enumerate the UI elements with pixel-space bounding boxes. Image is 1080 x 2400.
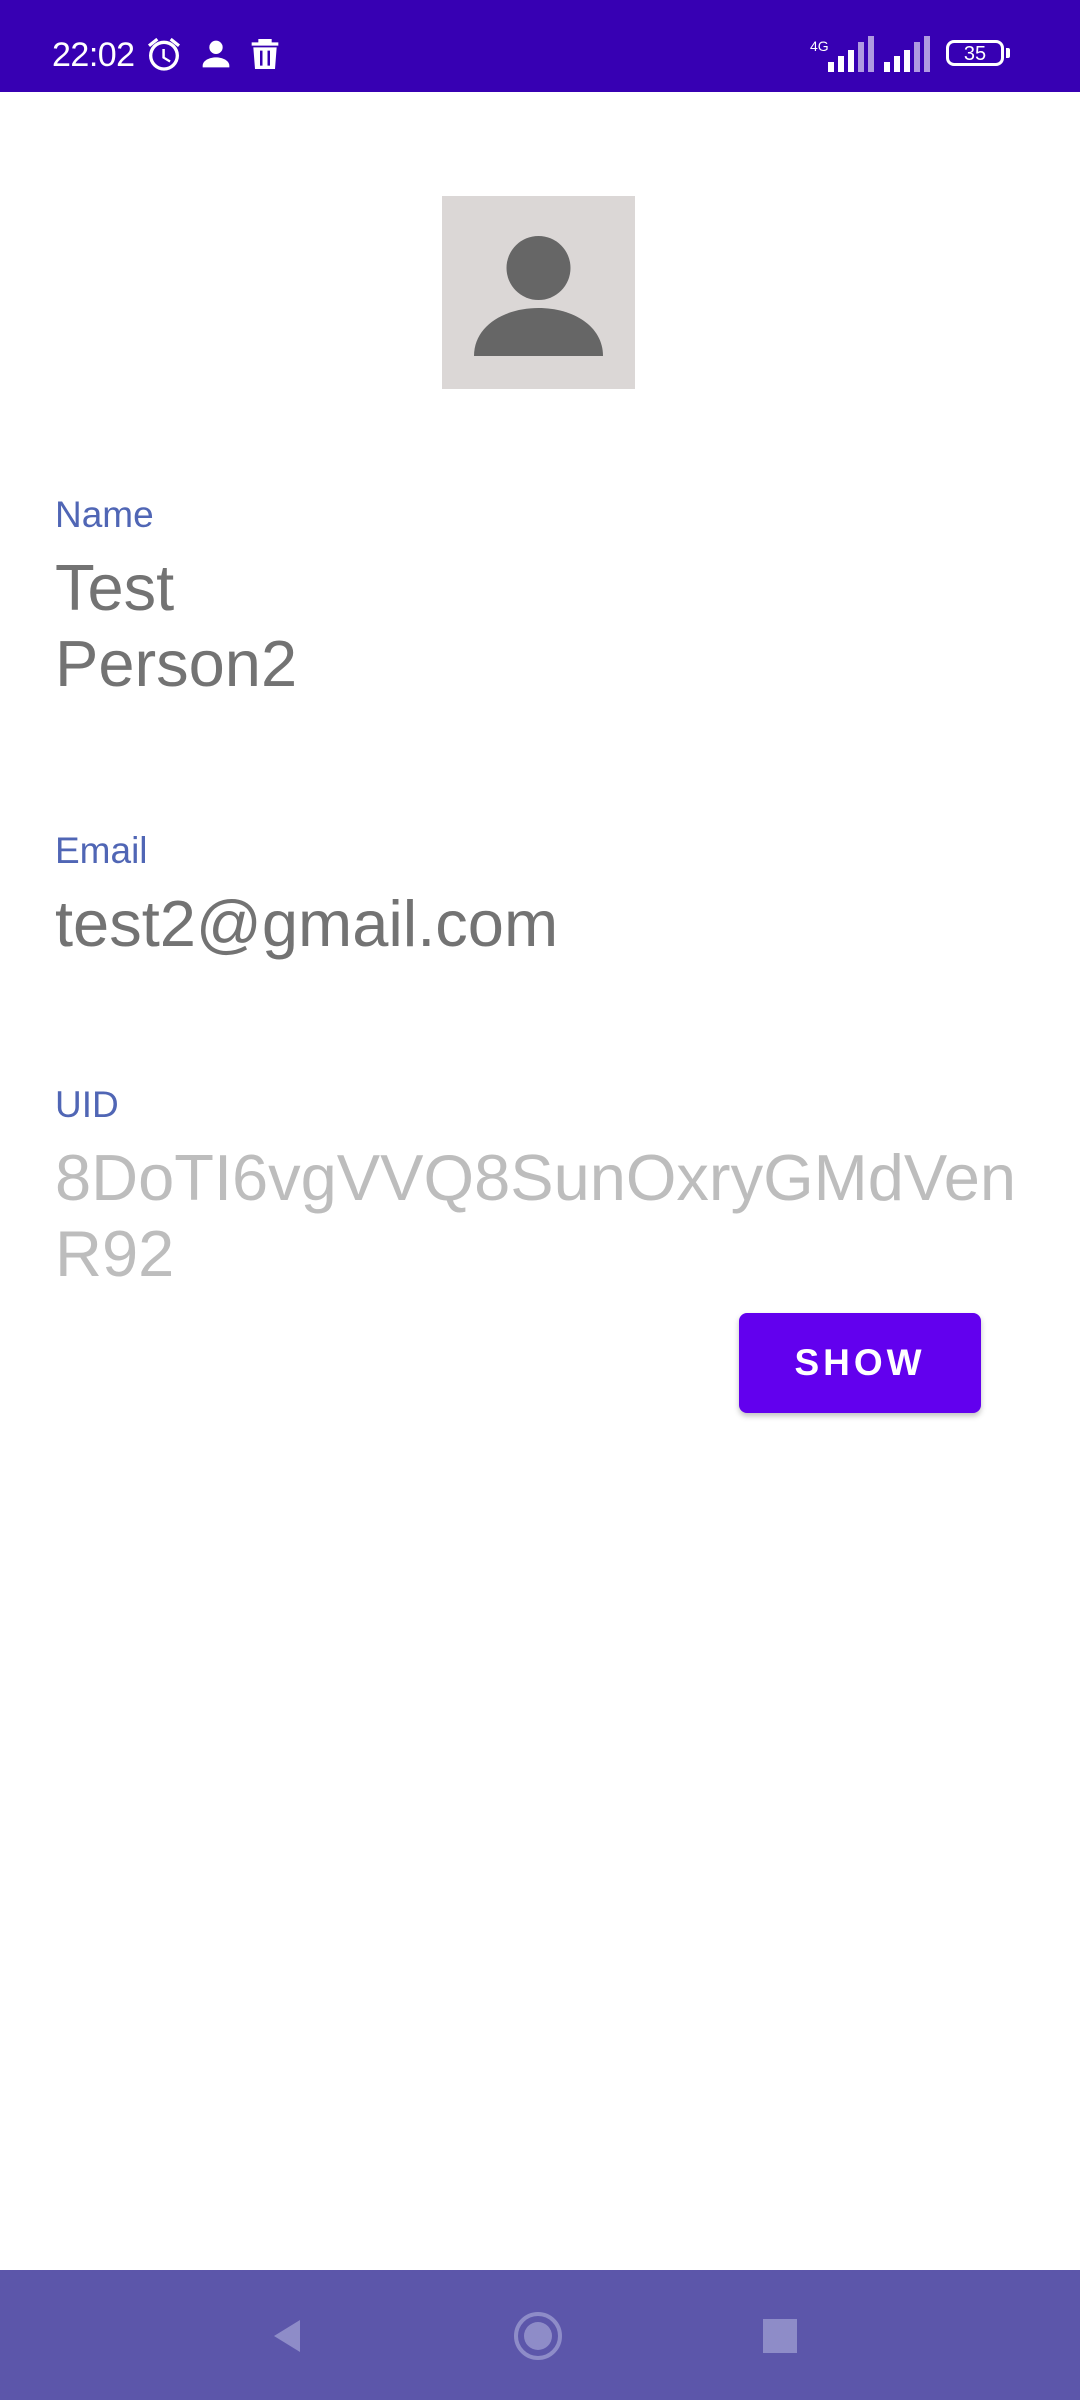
alarm-icon bbox=[144, 34, 184, 74]
battery-icon: 35 bbox=[946, 40, 1010, 70]
show-button[interactable]: SHOW bbox=[739, 1313, 981, 1413]
uid-value: 8DoTI6vgVVQ8SunOxryGMdVenR92 bbox=[55, 1141, 1017, 1290]
home-icon[interactable] bbox=[510, 2308, 566, 2364]
battery-level: 35 bbox=[963, 43, 987, 65]
email-label: Email bbox=[55, 830, 148, 871]
uid-label: UID bbox=[55, 1084, 119, 1125]
status-time: 22:02 bbox=[52, 36, 135, 74]
person-icon bbox=[196, 34, 236, 74]
email-value: test2@gmail.com bbox=[55, 887, 559, 960]
recents-icon[interactable] bbox=[752, 2308, 808, 2364]
name-label: Name bbox=[55, 494, 154, 535]
name-value: Test Person2 bbox=[55, 551, 298, 700]
signal-icon bbox=[880, 34, 936, 74]
back-icon[interactable] bbox=[260, 2308, 316, 2364]
trash-icon bbox=[245, 34, 285, 74]
signal-icon bbox=[818, 34, 874, 74]
status-bar: 22:02 4G 35 bbox=[0, 0, 1080, 92]
navigation-bar bbox=[0, 2270, 1080, 2400]
person-placeholder-icon[interactable] bbox=[442, 196, 635, 389]
